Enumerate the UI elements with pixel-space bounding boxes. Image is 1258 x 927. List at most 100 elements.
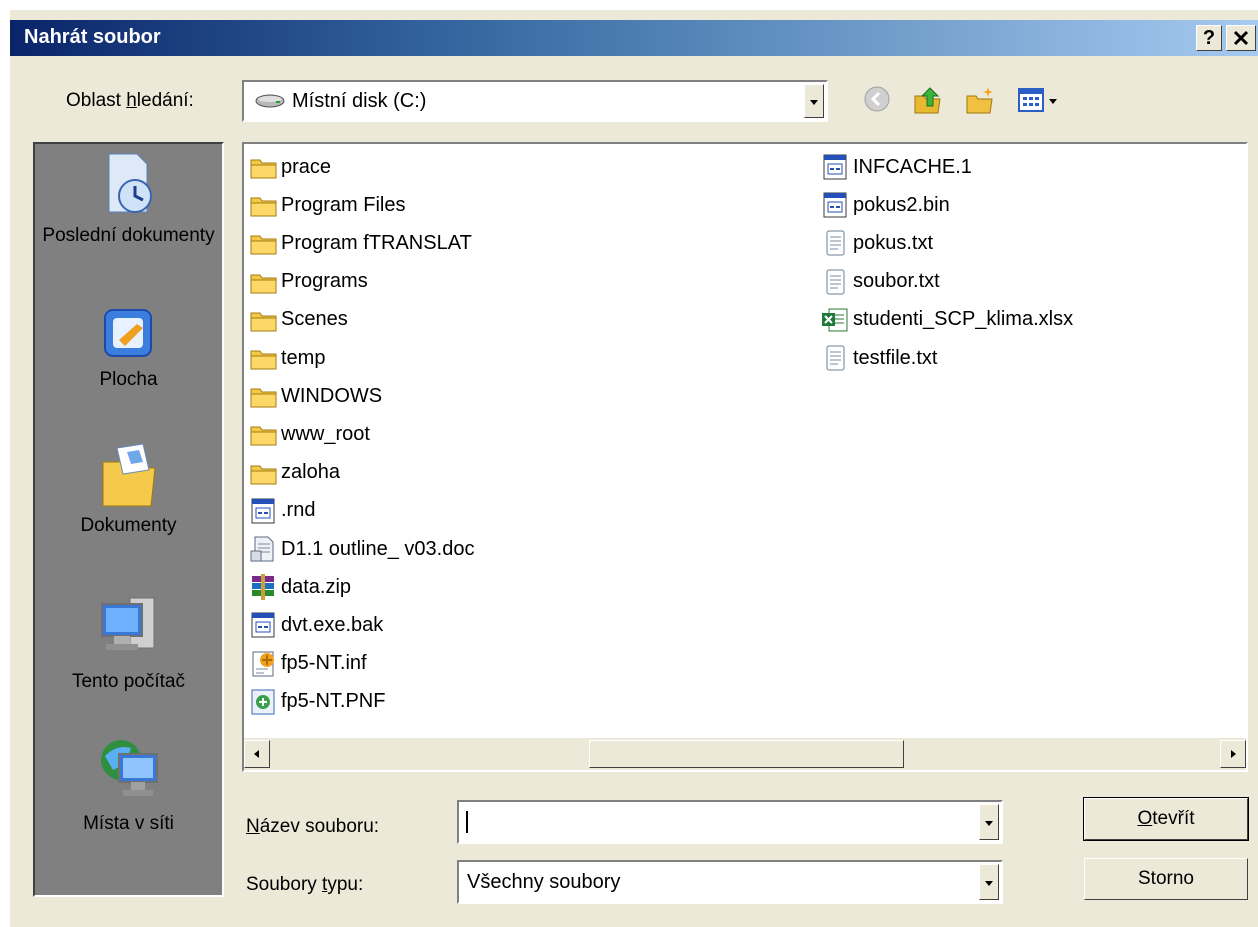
file-list-item[interactable]: fp5-NT.PNF xyxy=(248,685,385,719)
file-name: .rnd xyxy=(281,499,316,522)
folder-icon xyxy=(250,159,277,179)
file-name: Programs xyxy=(281,270,368,293)
file-name: www_root xyxy=(281,422,370,445)
recent-documents-icon xyxy=(108,153,152,213)
file-name: D1.1 outline_ v03.doc xyxy=(281,537,475,560)
my-computer-icon xyxy=(100,597,154,650)
place-recent-documents[interactable]: Poslední dokumenty xyxy=(35,152,222,248)
text-file-icon xyxy=(826,269,845,295)
file-list-item[interactable]: testfile.txt xyxy=(820,341,937,375)
up-folder-icon[interactable] xyxy=(912,84,944,116)
setup-info-icon xyxy=(252,651,274,677)
file-list-item[interactable]: dvt.exe.bak xyxy=(248,608,383,642)
close-button[interactable] xyxy=(1226,25,1256,51)
folder-icon xyxy=(250,426,277,446)
place-my-computer[interactable]: Tento počítač xyxy=(35,592,222,694)
folder-icon xyxy=(250,465,277,485)
file-name: studenti_SCP_klima.xlsx xyxy=(853,308,1074,331)
folder-icon xyxy=(250,350,277,370)
file-name: Scenes xyxy=(281,308,348,331)
view-menu-icon xyxy=(1018,88,1057,112)
folder-icon xyxy=(250,388,277,408)
place-desktop[interactable]: Plocha xyxy=(35,304,222,392)
text-cursor xyxy=(466,811,468,833)
excel-file-icon xyxy=(822,308,848,332)
lookin-combobox[interactable]: Místní disk (C:) xyxy=(242,80,828,122)
filetype-label: Soubory typu: xyxy=(246,874,364,895)
file-list-item[interactable]: Scenes xyxy=(248,303,348,337)
file-list-item[interactable]: D1.1 outline_ v03.doc xyxy=(248,532,474,566)
file-name: pokus.txt xyxy=(853,231,934,254)
horizontal-scrollbar[interactable] xyxy=(244,738,1246,770)
file-list-item[interactable]: Programs xyxy=(248,265,368,299)
file-name: fp5-NT.inf xyxy=(281,652,367,675)
file-name: soubor.txt xyxy=(853,270,940,293)
filetype-select[interactable]: Všechny soubory xyxy=(457,860,1003,904)
generic-file-icon xyxy=(823,154,847,180)
filename-dropdown-button[interactable] xyxy=(979,804,999,840)
window-title: Nahrát soubor xyxy=(24,26,161,48)
file-name: pokus2.bin xyxy=(853,193,950,216)
file-list-item[interactable]: www_root xyxy=(248,417,370,451)
word-document-icon xyxy=(250,536,274,562)
folder-icon xyxy=(250,312,277,332)
new-folder-icon[interactable] xyxy=(964,84,996,116)
file-list-item[interactable]: fp5-NT.inf xyxy=(248,647,367,681)
file-list-item[interactable]: temp xyxy=(248,341,325,375)
open-button[interactable]: Otevřít xyxy=(1083,797,1249,841)
file-name: fp5-NT.PNF xyxy=(281,690,386,713)
file-name: zaloha xyxy=(281,461,340,484)
folder-icon xyxy=(250,274,277,294)
view-menu-button[interactable] xyxy=(1017,86,1069,116)
hard-disk-icon xyxy=(255,94,285,108)
file-list-item[interactable]: .rnd xyxy=(248,494,315,528)
file-list-item[interactable]: pokus2.bin xyxy=(820,188,950,222)
file-list-item[interactable]: Program Files xyxy=(248,188,405,222)
file-list-item[interactable]: prace xyxy=(248,150,331,184)
file-list-item[interactable]: WINDOWS xyxy=(248,379,382,413)
place-network[interactable]: Místa v síti xyxy=(35,734,222,836)
file-name: INFCACHE.1 xyxy=(853,155,972,178)
file-list-item[interactable]: data.zip xyxy=(248,570,351,604)
file-name: data.zip xyxy=(281,575,352,598)
file-list-item[interactable]: pokus.txt xyxy=(820,226,933,260)
cancel-button[interactable]: Storno xyxy=(1084,858,1248,900)
generic-file-icon xyxy=(251,612,275,638)
scroll-left-icon xyxy=(254,750,259,758)
filename-input[interactable] xyxy=(457,800,1003,844)
file-name: temp xyxy=(281,346,326,369)
text-file-icon xyxy=(826,345,845,371)
lookin-value: Místní disk (C:) xyxy=(292,90,427,112)
generic-file-icon xyxy=(251,498,275,524)
file-list[interactable]: prace Program Files Program fTRANSLAT Progr… xyxy=(242,142,1248,772)
close-icon xyxy=(1233,30,1249,46)
scroll-left-button[interactable] xyxy=(244,740,270,768)
folder-icon xyxy=(250,235,277,255)
places-bar: Poslední dokumenty Plocha Dokumenty Tent… xyxy=(33,142,224,897)
lookin-label: Oblast hledání: xyxy=(66,90,194,111)
file-list-item[interactable]: studenti_SCP_klima.xlsx xyxy=(820,303,1073,337)
file-list-item[interactable]: zaloha xyxy=(248,456,340,490)
help-button[interactable]: ? xyxy=(1196,25,1222,51)
filetype-dropdown-button[interactable] xyxy=(979,864,999,900)
file-list-item[interactable]: INFCACHE.1 xyxy=(820,150,972,184)
chevron-down-icon xyxy=(810,100,818,105)
filetype-value: Všechny soubory xyxy=(467,871,621,893)
zip-archive-icon xyxy=(252,574,274,601)
file-list-item[interactable]: Program fTRANSLAT xyxy=(248,226,472,260)
title-bar[interactable]: Nahrát soubor ? xyxy=(10,20,1258,56)
back-arrow-icon[interactable] xyxy=(862,84,892,114)
filename-label: Název souboru: xyxy=(246,816,380,837)
scroll-right-icon xyxy=(1231,750,1236,758)
scroll-thumb[interactable] xyxy=(589,740,904,768)
place-my-documents[interactable]: Dokumenty xyxy=(35,440,222,538)
lookin-dropdown-button[interactable] xyxy=(804,84,824,118)
generic-file-icon xyxy=(823,192,847,218)
chevron-down-icon xyxy=(985,821,993,826)
scroll-right-button[interactable] xyxy=(1220,740,1246,768)
precompiled-setup-icon xyxy=(251,689,275,715)
file-list-item[interactable]: soubor.txt xyxy=(820,265,940,299)
file-name: Program Files xyxy=(281,193,406,216)
network-places-icon xyxy=(100,740,158,796)
file-name: testfile.txt xyxy=(853,346,938,369)
